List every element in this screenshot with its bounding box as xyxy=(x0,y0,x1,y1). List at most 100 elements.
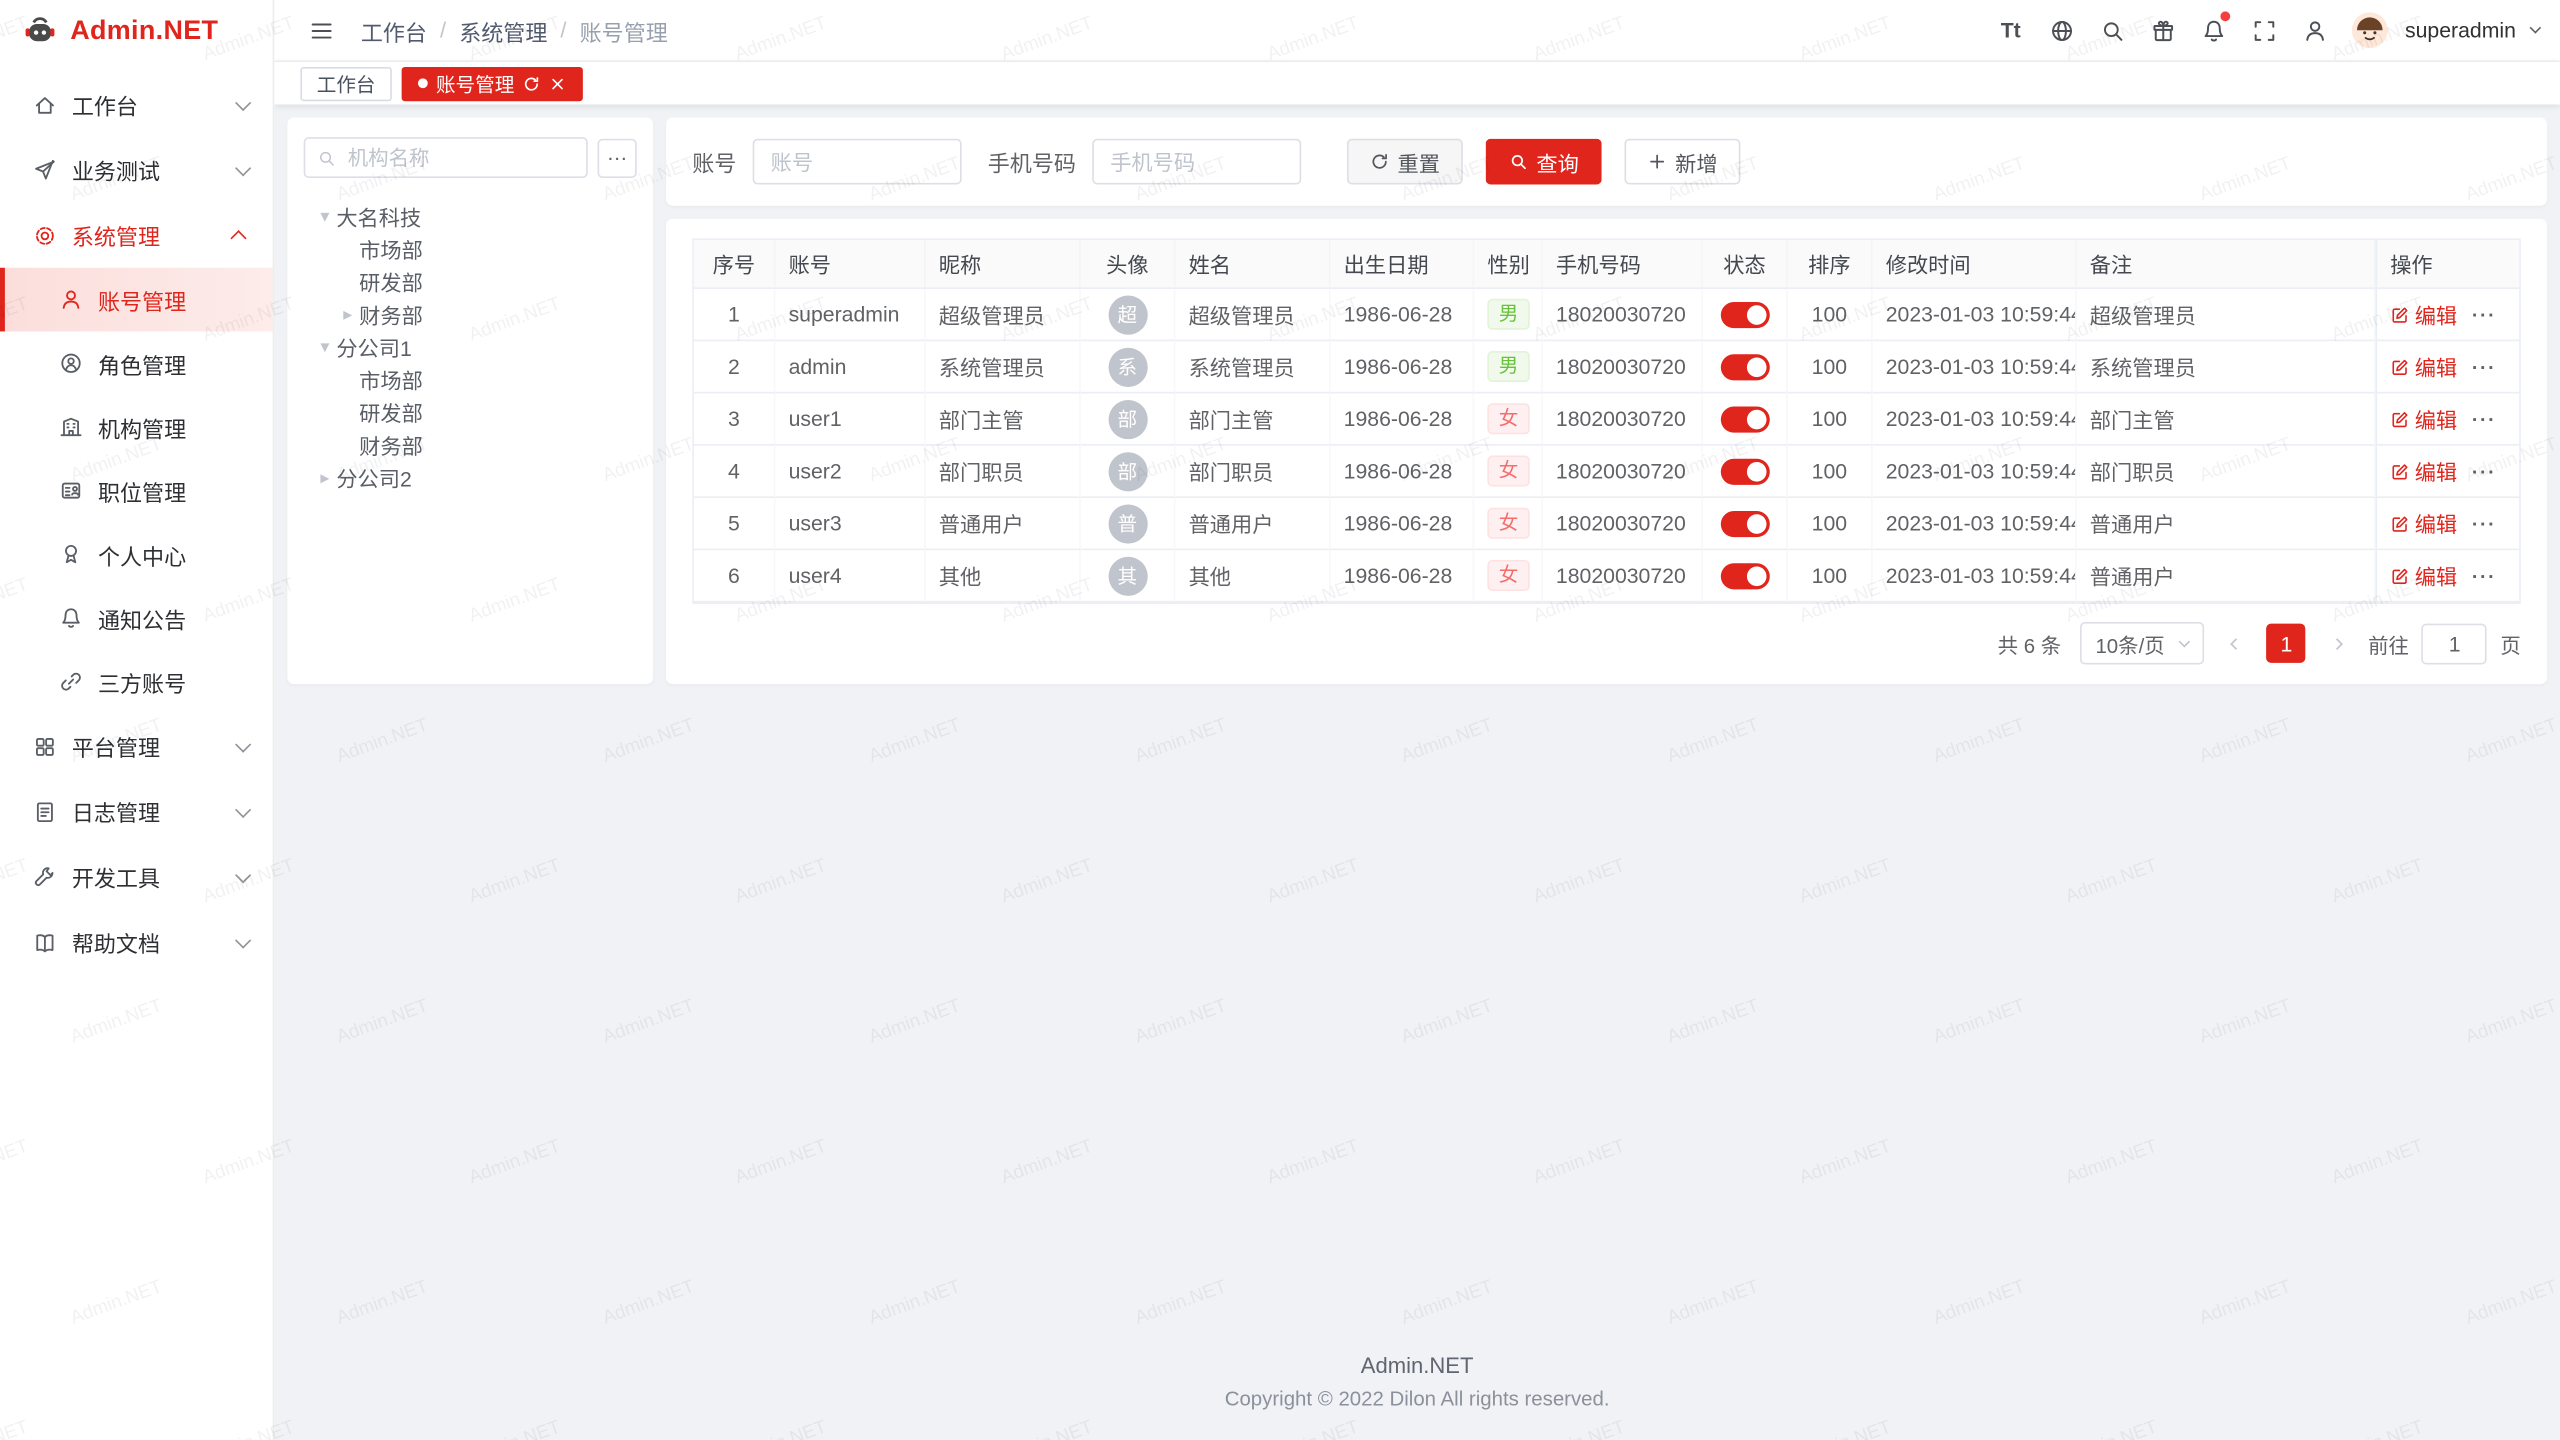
breadcrumb-item[interactable]: 账号管理 xyxy=(580,14,668,47)
status-toggle[interactable] xyxy=(1720,563,1769,589)
tab-active[interactable]: 账号管理 xyxy=(402,66,583,100)
sidebar-subitem-building[interactable]: 机构管理 xyxy=(0,395,273,459)
org-more-button[interactable]: … xyxy=(598,138,637,177)
language-icon[interactable] xyxy=(2041,10,2082,51)
reset-button[interactable]: 重置 xyxy=(1347,139,1463,185)
tree-caret-down[interactable]: ▾ xyxy=(313,336,336,357)
edit-button[interactable]: 编辑 xyxy=(2390,299,2457,330)
breadcrumb-item[interactable]: 系统管理 xyxy=(459,14,547,47)
edit-label: 编辑 xyxy=(2415,299,2457,330)
sidebar-subitem-role[interactable]: 角色管理 xyxy=(0,331,273,395)
sidebar-item-book[interactable]: 帮助文档 xyxy=(0,909,273,974)
next-page-button[interactable] xyxy=(2319,624,2355,663)
table-row: 5user3普通用户普普通用户1986-06-28女18020030720100… xyxy=(694,498,2519,550)
topbar: 工作台/系统管理/账号管理 Tt superadmin xyxy=(274,0,2560,62)
status-toggle[interactable] xyxy=(1720,354,1769,380)
cell-sort: 100 xyxy=(1788,341,1873,393)
edit-icon xyxy=(2390,461,2410,481)
edit-button[interactable]: 编辑 xyxy=(2390,403,2457,434)
edit-button[interactable]: 编辑 xyxy=(2390,456,2457,487)
sidebar-item-label: 日志管理 xyxy=(72,795,235,828)
tree-node[interactable]: ▸财务部 xyxy=(300,297,640,330)
phone-input[interactable] xyxy=(1092,139,1301,185)
sidebar-subitem-medal[interactable]: 个人中心 xyxy=(0,522,273,586)
cell-remark: 普通用户 xyxy=(2077,550,2376,602)
tree-node[interactable]: ▾分公司1 xyxy=(300,330,640,363)
close-icon[interactable] xyxy=(549,74,567,92)
avatar[interactable] xyxy=(2351,11,2389,49)
username[interactable]: superadmin xyxy=(2405,18,2516,42)
edit-label: 编辑 xyxy=(2415,508,2457,539)
cell-modified: 2023-01-03 10:59:44 xyxy=(1873,498,2077,550)
more-button[interactable]: ··· xyxy=(2472,460,2496,483)
sidebar-item-grid[interactable]: 平台管理 xyxy=(0,713,273,778)
cell-avatar: 部 xyxy=(1081,393,1176,445)
edit-button[interactable]: 编辑 xyxy=(2390,560,2457,591)
edit-button[interactable]: 编辑 xyxy=(2390,351,2457,382)
more-button[interactable]: ··· xyxy=(2472,355,2496,378)
font-size-icon[interactable]: Tt xyxy=(1990,10,2031,51)
more-button[interactable]: ··· xyxy=(2472,564,2496,587)
tree-node[interactable]: ▾大名科技 xyxy=(300,199,640,232)
gift-icon[interactable] xyxy=(2142,10,2183,51)
cell-avatar: 系 xyxy=(1081,341,1176,393)
tree-caret-down[interactable]: ▾ xyxy=(313,205,336,226)
tree-node[interactable]: 研发部 xyxy=(300,395,640,428)
cell-name: 部门主管 xyxy=(1176,393,1331,445)
tree-caret-right[interactable]: ▸ xyxy=(336,303,359,324)
fullscreen-icon[interactable] xyxy=(2243,10,2284,51)
org-search-input[interactable] xyxy=(304,137,588,178)
status-toggle[interactable] xyxy=(1720,458,1769,484)
tree-node[interactable]: ▸分公司2 xyxy=(300,460,640,493)
status-toggle[interactable] xyxy=(1720,511,1769,537)
sidebar-subitem-link[interactable]: 三方账号 xyxy=(0,650,273,714)
sidebar-item-doc[interactable]: 日志管理 xyxy=(0,779,273,844)
edit-button[interactable]: 编辑 xyxy=(2390,508,2457,539)
status-toggle[interactable] xyxy=(1720,302,1769,328)
refresh-icon[interactable] xyxy=(523,74,541,92)
more-button[interactable]: ··· xyxy=(2472,407,2496,430)
tree-node-label: 市场部 xyxy=(359,233,423,264)
cell-remark: 普通用户 xyxy=(2077,498,2376,550)
tree-node[interactable]: 研发部 xyxy=(300,264,640,297)
tree-node[interactable]: 财务部 xyxy=(300,428,640,461)
page-size-select[interactable]: 10条/页 xyxy=(2081,622,2205,664)
sidebar-subitem-badge[interactable]: 职位管理 xyxy=(0,459,273,523)
sidebar-subitem-bell[interactable]: 通知公告 xyxy=(0,586,273,650)
user-icon[interactable] xyxy=(2294,10,2335,51)
sidebar-item-send[interactable]: 业务测试 xyxy=(0,137,273,202)
tab-item[interactable]: 工作台 xyxy=(300,66,391,100)
add-button[interactable]: 新增 xyxy=(1625,139,1741,185)
logo[interactable]: Admin.NET xyxy=(0,0,273,62)
account-input[interactable] xyxy=(753,139,962,185)
column-header-phone: 手机号码 xyxy=(1543,240,1703,289)
page-number-button[interactable]: 1 xyxy=(2267,624,2306,663)
more-button[interactable]: ··· xyxy=(2472,512,2496,535)
cell-birthday: 1986-06-28 xyxy=(1331,341,1475,393)
prev-page-button[interactable] xyxy=(2218,624,2254,663)
cell-ops: 编辑 ··· xyxy=(2376,289,2520,341)
gender-badge: 女 xyxy=(1487,403,1529,434)
sidebar-item-home[interactable]: 工作台 xyxy=(0,72,273,137)
goto-page-input[interactable] xyxy=(2422,623,2487,664)
tree-node-label: 市场部 xyxy=(359,363,423,394)
column-header-nickname: 昵称 xyxy=(926,240,1081,289)
sidebar-item-gear[interactable]: 系统管理 xyxy=(0,202,273,267)
table-row: 1superadmin超级管理员超超级管理员1986-06-28男1802003… xyxy=(694,289,2519,341)
cell-account: user4 xyxy=(776,550,926,602)
status-toggle[interactable] xyxy=(1720,406,1769,432)
sidebar-item-tool[interactable]: 开发工具 xyxy=(0,844,273,909)
hamburger-menu-icon[interactable] xyxy=(300,10,341,51)
tree-node[interactable]: 市场部 xyxy=(300,362,640,395)
cell-birthday: 1986-06-28 xyxy=(1331,550,1475,602)
sidebar-subitem-user[interactable]: 账号管理 xyxy=(0,268,273,332)
notification-icon[interactable] xyxy=(2193,10,2234,51)
breadcrumb-item[interactable]: 工作台 xyxy=(361,14,427,47)
cell-gender: 女 xyxy=(1474,550,1543,602)
more-button[interactable]: ··· xyxy=(2472,303,2496,326)
edit-icon xyxy=(2390,513,2410,533)
search-icon[interactable] xyxy=(2092,10,2133,51)
tree-caret-right[interactable]: ▸ xyxy=(313,466,336,487)
tree-node[interactable]: 市场部 xyxy=(300,232,640,265)
search-button[interactable]: 查询 xyxy=(1486,139,1602,185)
